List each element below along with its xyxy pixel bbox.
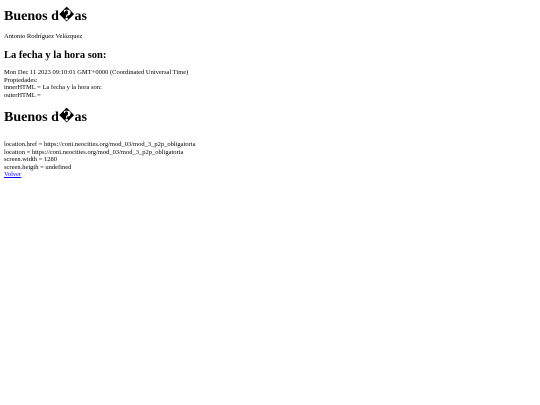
inner-html-line: innerHTML = La fecha y la hora son: (4, 84, 102, 92)
page-title: Buenos d�as (4, 9, 87, 24)
location-info-block: location.href = https://coni.neocities.o… (4, 141, 195, 179)
date-time-line: Mon Dec 11 2023 09:10:01 GMT+0000 (Coord… (4, 69, 189, 76)
back-link[interactable]: Volver (4, 171, 21, 178)
date-heading: La fecha y la hora son: (4, 50, 107, 61)
location-line: location = https://coni.neocities.org/mo… (4, 148, 184, 156)
second-title: Buenos d�as (4, 110, 87, 125)
author-name: Antonio Rodríguez Velázquez (4, 33, 83, 40)
location-href-line: location.href = https://coni.neocities.o… (4, 141, 196, 148)
outer-html-line: outerHTML = (4, 91, 41, 99)
date-info-block: Mon Dec 11 2023 09:10:01 GMT+0000 (Coord… (4, 69, 188, 99)
properties-label: Propiedades: (4, 76, 38, 84)
screen-width-line: screen.width = 1280 (4, 156, 57, 164)
screen-height-line: screen.heigth = undefined (4, 163, 72, 171)
